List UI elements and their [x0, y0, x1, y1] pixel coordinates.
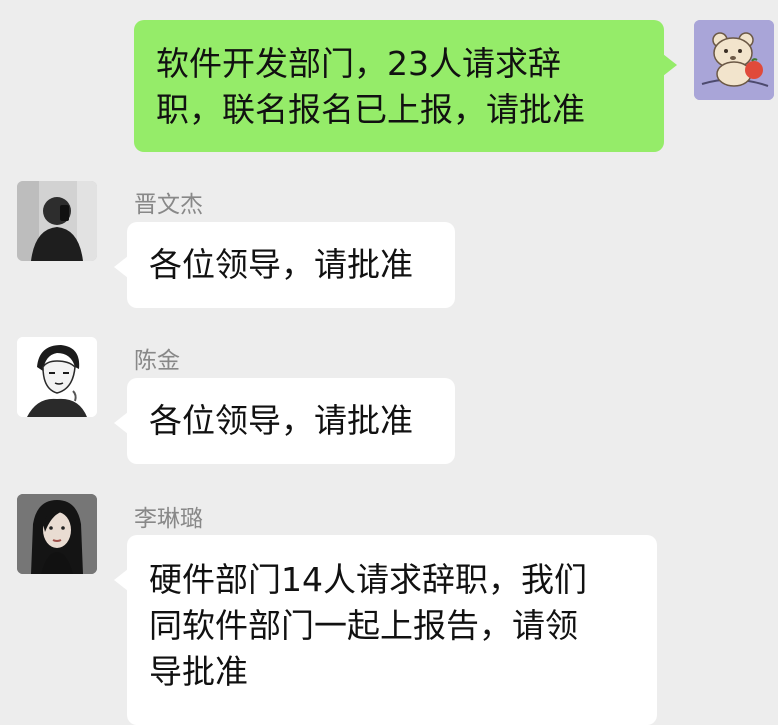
woman-portrait-avatar-icon[interactable] — [17, 494, 97, 574]
incoming-message-bubble[interactable]: 硬件部门14人请求辞职，我们 同软件部门一起上报告，请领 导批准 — [114, 535, 657, 725]
incoming-message-bubble[interactable]: 各位领导，请批准 — [114, 378, 455, 464]
bubble-tail — [114, 569, 128, 591]
bubble-tail — [663, 54, 677, 76]
bear-avatar-icon[interactable] — [694, 20, 774, 100]
message-text: 各位领导，请批准 — [149, 401, 413, 440]
message-text: 各位领导，请批准 — [149, 245, 413, 284]
message-text: 软件开发部门，23人请求辞 职，联名报名已上报，请批准 — [156, 44, 585, 129]
outgoing-message-bubble[interactable]: 软件开发部门，23人请求辞 职，联名报名已上报，请批准 — [134, 20, 677, 152]
mirror-selfie-avatar-icon[interactable] — [17, 181, 97, 261]
sender-name: 晋文杰 — [134, 192, 203, 218]
bubble-tail — [114, 256, 128, 278]
sender-name: 李琳璐 — [134, 506, 203, 532]
incoming-message-bubble[interactable]: 各位领导，请批准 — [114, 222, 455, 308]
bubble-tail — [114, 412, 128, 434]
message-text: 硬件部门14人请求辞职，我们 同软件部门一起上报告，请领 导批准 — [149, 560, 587, 691]
sketch-portrait-avatar-icon[interactable] — [17, 337, 97, 417]
chat-view: 软件开发部门，23人请求辞 职，联名报名已上报，请批准 晋文杰 各位领导，请批准… — [0, 0, 778, 725]
sender-name: 陈金 — [134, 348, 180, 374]
